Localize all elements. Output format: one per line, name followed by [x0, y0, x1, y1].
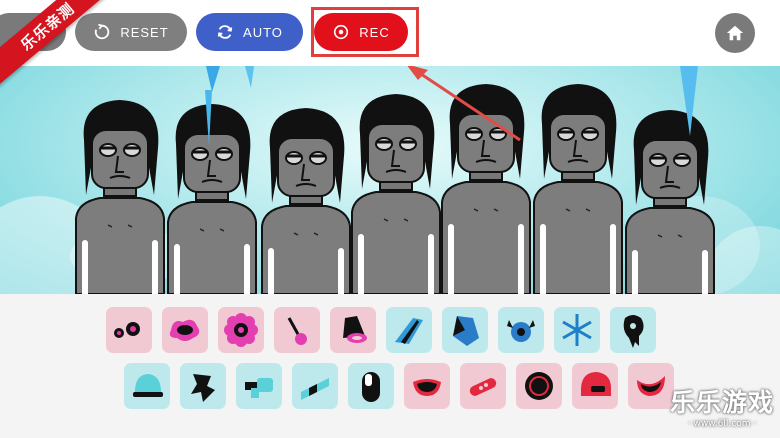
sound-tile-pink-dots[interactable] [106, 307, 152, 353]
character-1[interactable] [70, 66, 170, 294]
home-button[interactable] [715, 13, 755, 53]
auto-button[interactable]: AUTO [196, 13, 303, 51]
reset-button[interactable]: RESET [75, 13, 187, 51]
black-drip-icon [623, 315, 644, 348]
site-watermark: 乐乐游戏 · www.6ll.com · [664, 388, 780, 438]
sound-tile-blue-eye-horns[interactable] [498, 307, 544, 353]
character-5[interactable] [436, 66, 536, 294]
cap-icon [133, 374, 163, 397]
auto-label: AUTO [243, 24, 283, 40]
highlight-frame [311, 7, 419, 57]
pink-cone-icon [343, 316, 367, 343]
sound-tile-black-drip[interactable] [610, 307, 656, 353]
sound-tile-blue-shards[interactable] [386, 307, 432, 353]
sound-tile-pink-lollipop[interactable] [274, 307, 320, 353]
reset-icon [95, 23, 110, 40]
pink-lollipop-icon [287, 317, 307, 345]
blue-eye-horns-icon [507, 320, 535, 342]
sound-tile-pink-flower[interactable] [218, 307, 264, 353]
pipe-icon [245, 378, 273, 398]
character-stage [0, 66, 780, 294]
sound-tile-stripe[interactable] [292, 363, 338, 409]
sound-tile-cap[interactable] [124, 363, 170, 409]
blue-crystal-icon [453, 316, 479, 346]
character-6[interactable] [528, 66, 628, 294]
stripe-icon [301, 378, 329, 400]
helmet-icon [581, 372, 611, 396]
bandage-icon [469, 378, 497, 396]
sound-tile-capsule[interactable] [348, 363, 394, 409]
sound-tile-mouth[interactable] [404, 363, 450, 409]
sound-tile-bandage[interactable] [460, 363, 506, 409]
sound-tile-blue-crystal[interactable] [442, 307, 488, 353]
sound-tile-pink-splat[interactable] [162, 307, 208, 353]
pink-dots-icon [114, 322, 140, 338]
sound-picker-tray [0, 294, 780, 438]
reset-label: RESET [120, 24, 169, 40]
pink-splat-icon [169, 319, 200, 341]
ball-icon [525, 372, 553, 400]
pink-flower-icon [224, 313, 258, 347]
character-7[interactable] [620, 66, 720, 294]
blue-shards-icon [395, 318, 423, 344]
character-3[interactable] [256, 66, 356, 294]
sound-tile-ball[interactable] [516, 363, 562, 409]
top-toolbar: RESET AUTO REC [0, 0, 780, 66]
refresh-icon [217, 25, 233, 39]
blue-snowflake-icon [562, 314, 592, 346]
jagged-shape-icon [191, 374, 215, 402]
capsule-icon [362, 372, 380, 402]
watermark-url: · www.6ll.com · [687, 419, 757, 429]
sound-tile-jagged-shape[interactable] [180, 363, 226, 409]
character-2[interactable] [162, 66, 262, 294]
character-4[interactable] [346, 66, 446, 294]
sound-tile-pipe[interactable] [236, 363, 282, 409]
watermark-title: 乐乐游戏 [669, 388, 774, 417]
sound-tile-helmet[interactable] [572, 363, 618, 409]
sound-tile-blue-snowflake[interactable] [554, 307, 600, 353]
sound-tile-pink-cone[interactable] [330, 307, 376, 353]
home-icon [726, 25, 744, 41]
mouth-icon [413, 379, 441, 396]
